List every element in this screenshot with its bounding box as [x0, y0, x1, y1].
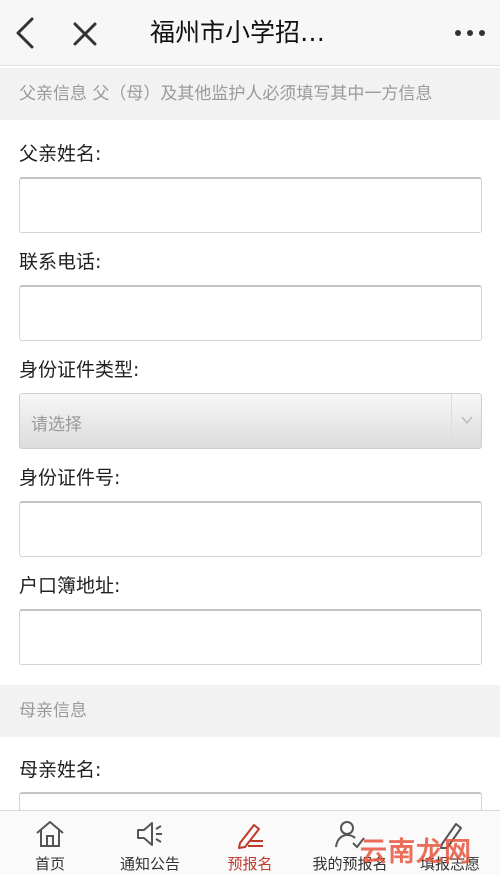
mother-name-label: 母亲姓名:: [19, 759, 102, 781]
home-icon: [36, 821, 64, 847]
close-button[interactable]: [68, 17, 102, 51]
watermark-logo: 云南龙网: [360, 837, 472, 868]
father-id-number-input[interactable]: [19, 501, 482, 557]
father-id-type-label: 身份证件类型:: [19, 359, 140, 381]
edit-icon: [238, 824, 263, 849]
select-value: 请选择: [31, 415, 82, 435]
back-arrow-icon: [16, 17, 34, 49]
father-id-type-select[interactable]: 请选择: [19, 393, 482, 449]
tab-preregister[interactable]: 预报名: [200, 811, 300, 875]
tab-notice[interactable]: 通知公告: [100, 811, 200, 875]
father-section-header: 父亲信息 父（母）及其他监护人必须填写其中一方信息: [0, 68, 500, 120]
father-household-input[interactable]: [19, 609, 482, 665]
megaphone-icon: [137, 822, 162, 846]
close-icon: [73, 22, 97, 46]
more-dots-icon: [455, 30, 485, 36]
tab-home[interactable]: 首页: [0, 811, 100, 875]
tab-home-label: 首页: [34, 855, 65, 873]
father-id-number-label: 身份证件号:: [19, 467, 121, 489]
father-name-input[interactable]: [19, 177, 482, 233]
more-button[interactable]: [452, 22, 488, 44]
father-name-label: 父亲姓名:: [19, 143, 102, 165]
father-household-label: 户口簿地址:: [19, 575, 121, 597]
back-button[interactable]: [10, 15, 44, 51]
father-phone-input[interactable]: [19, 285, 482, 341]
select-caret: [451, 394, 481, 448]
page-title: 福州市小学招…: [150, 18, 326, 47]
father-phone-label: 联系电话:: [19, 251, 102, 273]
chevron-down-icon: [461, 416, 473, 425]
mother-section-header: 母亲信息: [0, 685, 500, 737]
tab-notice-label: 通知公告: [119, 855, 180, 873]
tab-preregister-label: 预报名: [227, 855, 273, 873]
top-nav-bar: 福州市小学招…: [0, 0, 500, 66]
